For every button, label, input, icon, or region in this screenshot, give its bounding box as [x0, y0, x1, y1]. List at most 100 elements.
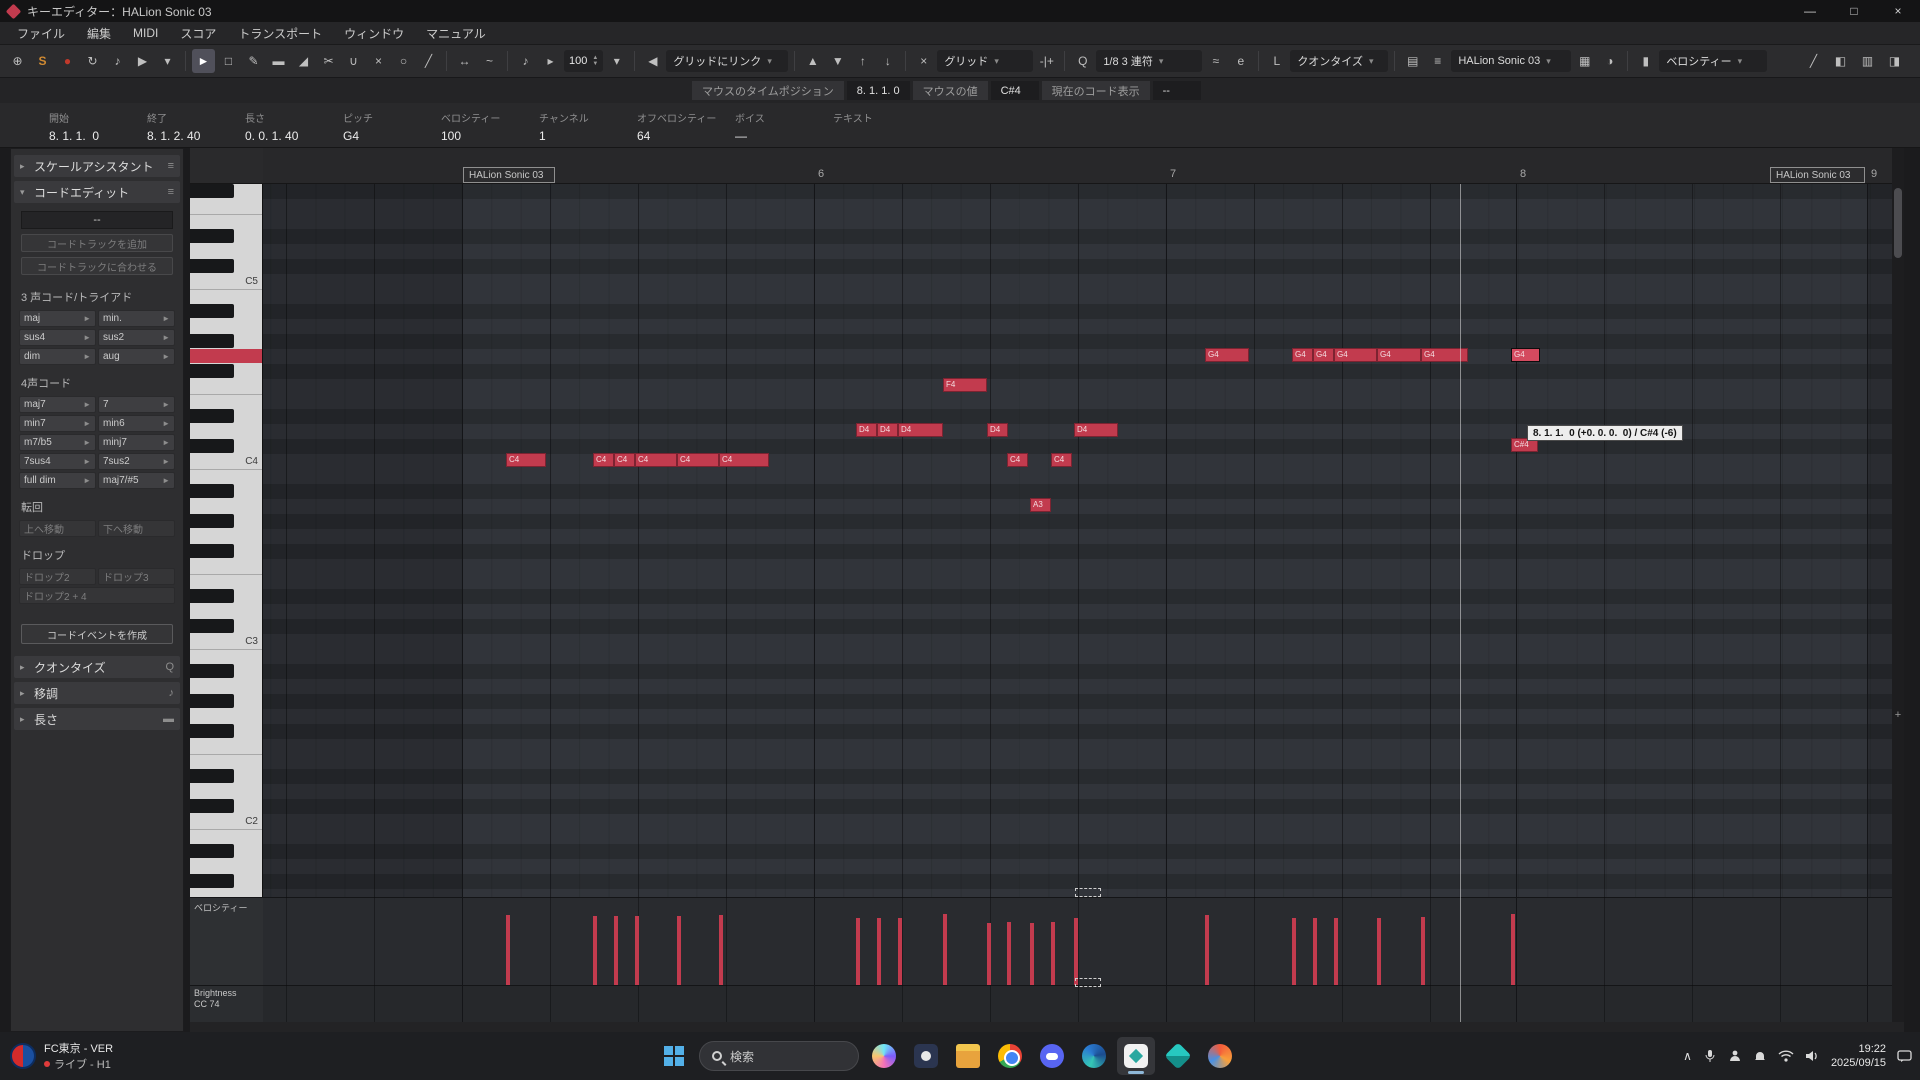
velocity-bar[interactable]: [1292, 918, 1296, 985]
velocity-bar[interactable]: [987, 923, 991, 985]
discord-icon[interactable]: [1033, 1037, 1071, 1075]
midi-note-G4[interactable]: G4: [1511, 348, 1540, 362]
person-icon[interactable]: [1728, 1049, 1742, 1063]
explorer-icon[interactable]: [949, 1037, 987, 1075]
mic-icon[interactable]: [1703, 1049, 1717, 1063]
length-quantize-select[interactable]: クオンタイズ▾: [1290, 50, 1388, 72]
edit-active-part-icon[interactable]: ≡: [1426, 49, 1449, 73]
autoscroll-options-icon[interactable]: ▾: [156, 49, 179, 73]
velocity-bar[interactable]: [593, 916, 597, 985]
maximize-button[interactable]: □: [1832, 0, 1876, 22]
midi-note-C4[interactable]: C4: [1007, 453, 1028, 467]
black-key[interactable]: [190, 334, 234, 348]
menu-MIDI[interactable]: MIDI: [122, 22, 169, 45]
midi-note-C4[interactable]: C4: [635, 453, 677, 467]
time-format-icon[interactable]: ◑: [1598, 49, 1621, 73]
split-tool[interactable]: ✂: [317, 49, 340, 73]
line-mode-icon[interactable]: ╱: [1802, 49, 1825, 73]
midi-note-G4[interactable]: G4: [1292, 348, 1313, 362]
chord-button-maj7/#5[interactable]: maj7/#5►: [98, 472, 175, 489]
info-field-ボイス[interactable]: ボイス—: [735, 103, 833, 147]
drop-button-ドロップ2[interactable]: ドロップ2: [19, 568, 96, 585]
match-chord-track-button[interactable]: コードトラックに合わせる: [21, 257, 173, 275]
menu-マニュアル[interactable]: マニュアル: [415, 22, 497, 45]
midi-note-D4[interactable]: D4: [898, 423, 943, 437]
black-key[interactable]: [190, 259, 234, 273]
clock[interactable]: 19:22 2025/09/15: [1831, 1042, 1886, 1070]
chord-button-maj7[interactable]: maj7►: [19, 396, 96, 413]
velocity-bar[interactable]: [1421, 917, 1425, 985]
highlighted-key-G4[interactable]: [190, 349, 263, 363]
section-scale-assistant[interactable]: ▸ スケールアシスタント ≡: [14, 155, 180, 177]
quantize-preset-select[interactable]: 1/8 3 連符▾: [1096, 50, 1202, 72]
velocity-bar[interactable]: [856, 918, 860, 985]
volume-icon[interactable]: [1805, 1049, 1820, 1063]
wifi-icon[interactable]: [1778, 1049, 1794, 1063]
time-warp-icon[interactable]: ↔: [453, 49, 476, 73]
lane-divider-handle[interactable]: [1075, 978, 1101, 987]
start-button[interactable]: [655, 1037, 693, 1075]
event-colors-icon[interactable]: ▮: [1634, 49, 1657, 73]
inversion-button-下へ移動[interactable]: 下へ移動: [98, 520, 175, 537]
move-up-icon[interactable]: ↑: [851, 49, 874, 73]
chord-button-7sus2[interactable]: 7sus2►: [98, 453, 175, 470]
lane-divider-handle[interactable]: [1075, 888, 1101, 897]
chord-button-full dim[interactable]: full dim►: [19, 472, 96, 489]
menu-ウィンドウ[interactable]: ウィンドウ: [333, 22, 415, 45]
chord-button-7[interactable]: 7►: [98, 396, 175, 413]
black-key[interactable]: [190, 439, 234, 453]
left-zone-toggle-icon[interactable]: ◧: [1829, 49, 1852, 73]
solo-icon[interactable]: S: [31, 49, 54, 73]
velocity-bar[interactable]: [635, 916, 639, 985]
menu-編集[interactable]: 編集: [76, 22, 122, 45]
black-key[interactable]: [190, 694, 234, 708]
piano-keyboard[interactable]: C5C4C3C2: [190, 184, 263, 897]
chord-button-sus2[interactable]: sus2►: [98, 329, 175, 346]
black-key[interactable]: [190, 544, 234, 558]
velocity-bar[interactable]: [1313, 918, 1317, 985]
midi-note-G4[interactable]: G4: [1377, 348, 1421, 362]
black-key[interactable]: [190, 409, 234, 423]
velocity-bar[interactable]: [719, 915, 723, 985]
info-field-ピッチ[interactable]: ピッチG4: [343, 103, 441, 147]
insert-velocity-options-icon[interactable]: ▾: [605, 49, 628, 73]
midi-note-C4[interactable]: C4: [506, 453, 546, 467]
erase-tool[interactable]: ▬: [267, 49, 290, 73]
chord-button-aug[interactable]: aug►: [98, 348, 175, 365]
menu-スコア[interactable]: スコア: [169, 22, 227, 45]
snap-plusminus-icon[interactable]: -|+: [1035, 49, 1058, 73]
velocity-bar[interactable]: [1511, 914, 1515, 985]
velocity-bar[interactable]: [1007, 922, 1011, 985]
info-field-チャンネル[interactable]: チャンネル1: [539, 103, 637, 147]
black-key[interactable]: [190, 229, 234, 243]
midi-note-C4[interactable]: C4: [1051, 453, 1072, 467]
midi-input-icon[interactable]: ▸: [539, 49, 562, 73]
nudge-start-left-icon[interactable]: ▲: [801, 49, 824, 73]
info-field-終了[interactable]: 終了8. 1. 2. 40: [147, 103, 245, 147]
bell-icon[interactable]: [1753, 1049, 1767, 1063]
chord-button-min6[interactable]: min6►: [98, 415, 175, 432]
midi-note-C4[interactable]: C4: [593, 453, 614, 467]
velocity-bar[interactable]: [1377, 918, 1381, 985]
midi-note-G4[interactable]: G4: [1205, 348, 1249, 362]
browser-icon[interactable]: [1201, 1037, 1239, 1075]
black-key[interactable]: [190, 619, 234, 633]
black-key[interactable]: [190, 844, 234, 858]
menu-トランスポート[interactable]: トランスポート: [227, 22, 333, 45]
black-key[interactable]: [190, 364, 234, 378]
black-key[interactable]: [190, 799, 234, 813]
zoom-tool[interactable]: ○: [392, 49, 415, 73]
independent-loop-icon[interactable]: ↻: [81, 49, 104, 73]
velocity-bar[interactable]: [1074, 918, 1078, 985]
velocity-bar[interactable]: [614, 916, 618, 985]
quantize-q-icon[interactable]: Q: [1071, 49, 1094, 73]
minimize-button[interactable]: —: [1788, 0, 1832, 22]
black-key[interactable]: [190, 769, 234, 783]
zoom-in-button[interactable]: +: [1892, 708, 1904, 722]
quantize-panel-icon[interactable]: e: [1229, 49, 1252, 73]
velocity-bar[interactable]: [1051, 922, 1055, 985]
chord-button-minj7[interactable]: minj7►: [98, 434, 175, 451]
chord-button-min7[interactable]: min7►: [19, 415, 96, 432]
trim-tool[interactable]: ◢: [292, 49, 315, 73]
midi-note-D4[interactable]: D4: [1074, 423, 1118, 437]
